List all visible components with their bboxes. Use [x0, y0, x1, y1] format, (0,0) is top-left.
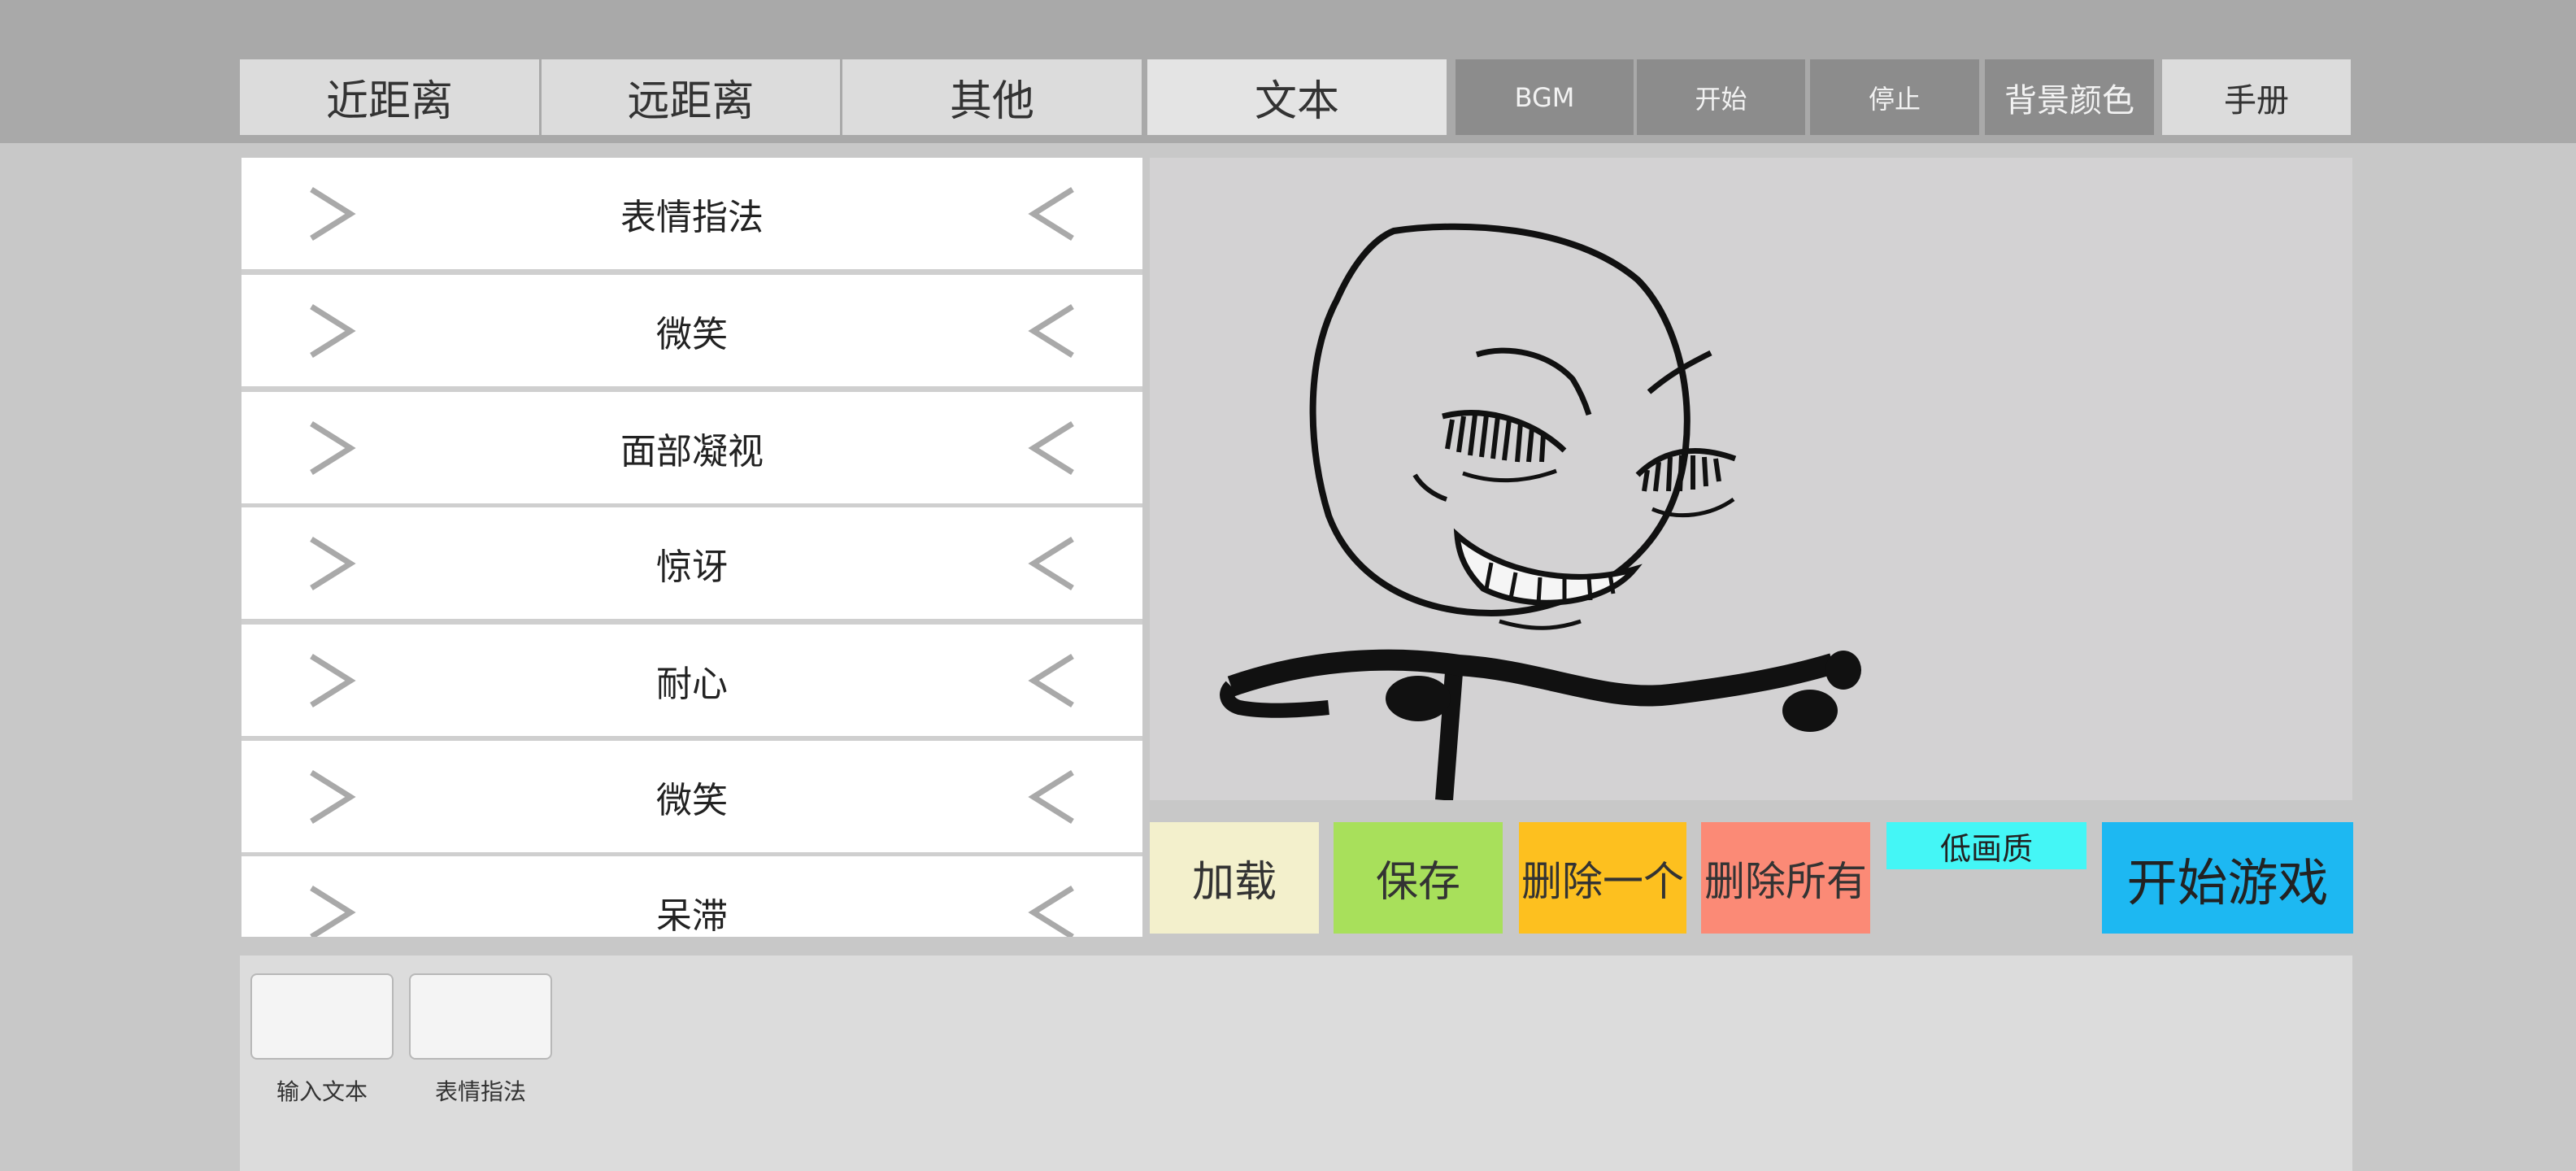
expression-list[interactable]: 表情指法 微笑 面部凝视 惊讶 耐心 微笑 呆滞	[242, 158, 1142, 937]
list-item[interactable]: 表情指法	[242, 158, 1142, 269]
chevron-left-icon	[1020, 856, 1086, 937]
delete-one-button[interactable]: 删除一个	[1519, 822, 1686, 934]
chevron-right-icon	[298, 625, 363, 736]
list-item[interactable]: 微笑	[242, 275, 1142, 386]
delete-all-button[interactable]: 删除所有	[1701, 822, 1870, 934]
list-item-label: 面部凝视	[620, 430, 764, 472]
list-item-label: 呆滞	[656, 895, 728, 937]
list-item-label: 微笑	[656, 779, 728, 821]
list-item[interactable]: 呆滞	[242, 856, 1142, 937]
tab-close-range[interactable]: 近距离	[240, 59, 539, 135]
chevron-left-icon	[1020, 392, 1086, 503]
slot-label: 输入文本	[276, 1078, 368, 1105]
bottom-slot-panel: 输入文本 表情指法	[240, 956, 2352, 1171]
chevron-right-icon	[298, 741, 363, 852]
slot-label: 表情指法	[434, 1078, 526, 1105]
chevron-left-icon	[1020, 158, 1086, 269]
list-item[interactable]: 面部凝视	[242, 392, 1142, 503]
start-bgm-button[interactable]: 开始	[1637, 59, 1805, 135]
background-color-button[interactable]: 背景颜色	[1985, 59, 2154, 135]
list-item[interactable]: 惊讶	[242, 507, 1142, 619]
manual-button[interactable]: 手册	[2162, 59, 2351, 135]
load-button[interactable]: 加载	[1150, 822, 1319, 934]
list-item-label: 耐心	[656, 663, 728, 705]
chevron-left-icon	[1020, 275, 1086, 386]
list-item-label: 惊讶	[656, 546, 728, 588]
slot-input-text[interactable]	[250, 973, 394, 1060]
stop-bgm-button[interactable]: 停止	[1810, 59, 1979, 135]
character-preview	[1150, 158, 2352, 800]
list-item[interactable]: 耐心	[242, 625, 1142, 736]
chevron-left-icon	[1020, 741, 1086, 852]
chevron-right-icon	[298, 856, 363, 937]
save-button[interactable]: 保存	[1334, 822, 1503, 934]
chevron-right-icon	[298, 275, 363, 386]
low-quality-toggle[interactable]: 低画质	[1886, 822, 2086, 869]
tab-other[interactable]: 其他	[842, 59, 1142, 135]
chevron-left-icon	[1020, 625, 1086, 736]
chevron-right-icon	[298, 507, 363, 619]
slot-expression[interactable]	[409, 973, 552, 1060]
list-item[interactable]: 微笑	[242, 741, 1142, 852]
tab-text[interactable]: 文本	[1147, 59, 1447, 135]
chevron-left-icon	[1020, 507, 1086, 619]
chevron-right-icon	[298, 158, 363, 269]
bgm-button[interactable]: BGM	[1456, 59, 1634, 135]
list-item-label: 微笑	[656, 313, 728, 355]
tab-long-range[interactable]: 远距离	[542, 59, 840, 135]
stickman-character-illustration	[1220, 223, 1861, 800]
list-item-label: 表情指法	[620, 196, 764, 238]
start-game-button[interactable]: 开始游戏	[2102, 822, 2353, 934]
chevron-right-icon	[298, 392, 363, 503]
